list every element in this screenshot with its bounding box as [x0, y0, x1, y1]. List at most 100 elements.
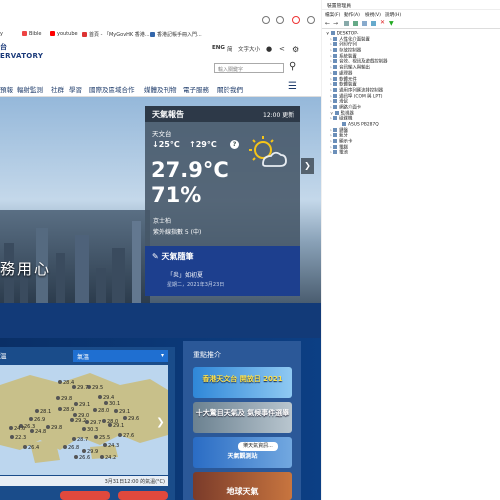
- forward-icon[interactable]: →: [333, 20, 338, 27]
- station-dot[interactable]: [103, 443, 107, 447]
- featured-card-open-day[interactable]: 香港天文台 開放日 2021: [193, 367, 292, 398]
- monitor-icon[interactable]: [371, 21, 376, 26]
- station-dot[interactable]: [85, 420, 89, 424]
- nav-item[interactable]: 輻射監測: [17, 84, 43, 94]
- nav-item[interactable]: 媒體及刊物: [144, 84, 177, 94]
- station-dot[interactable]: [63, 445, 67, 449]
- lang-sc-link[interactable]: 简: [227, 45, 233, 53]
- menu-view[interactable]: 檢視(V): [365, 12, 381, 18]
- menu-file[interactable]: 檔案(F): [325, 12, 340, 18]
- station-dot[interactable]: [10, 435, 14, 439]
- map-action-button[interactable]: [60, 491, 110, 500]
- hong-kong-map: 28.429.7 29.529.430.129.829.128.1 28.929.0…: [0, 373, 168, 463]
- share-icon[interactable]: <: [279, 45, 285, 53]
- person-icon[interactable]: ●: [266, 45, 272, 53]
- weather-element-select[interactable]: 氣溫 ▾: [73, 350, 168, 362]
- station-dot[interactable]: [56, 396, 60, 400]
- star-icon[interactable]: [262, 16, 270, 24]
- station-reading: 25.5: [99, 435, 110, 441]
- station-reading: 28.7: [77, 437, 88, 443]
- station-dot[interactable]: [123, 416, 127, 420]
- station-dot[interactable]: [104, 401, 108, 405]
- station-dot[interactable]: [70, 418, 74, 422]
- station-reading: 29.2: [75, 418, 86, 424]
- window-title: 裝置管理員: [327, 4, 351, 9]
- station-dot[interactable]: [58, 380, 62, 384]
- station-dot[interactable]: [30, 429, 34, 433]
- station-reading: 24.6: [14, 426, 25, 432]
- menu-help[interactable]: 說明(H): [385, 12, 401, 18]
- station-dot[interactable]: [9, 426, 13, 430]
- scan-hardware-icon[interactable]: [362, 21, 367, 26]
- nav-item[interactable]: 預報: [0, 84, 13, 94]
- featured-card-earth-weather[interactable]: 地球天氣: [193, 472, 292, 500]
- station-dot[interactable]: [73, 413, 77, 417]
- station-reading: 29.1: [113, 423, 124, 429]
- device-category-icon: [333, 150, 338, 155]
- map-next-icon[interactable]: ❯: [154, 415, 167, 431]
- station-dot[interactable]: [87, 385, 91, 389]
- device-category-icon: [333, 48, 338, 53]
- nav-item[interactable]: 關於我們: [217, 84, 243, 94]
- bookmark-item[interactable]: 首頁 - 「MyGovHK 香港...: [82, 31, 150, 38]
- lang-en-link[interactable]: ENG: [212, 45, 225, 51]
- map-title: 溫: [0, 352, 7, 360]
- menu-action[interactable]: 動作(A): [344, 12, 360, 18]
- menu-icon[interactable]: [307, 16, 315, 24]
- featured-card-top-ten[interactable]: 十大驚目天氣及 氣候事件選舉: [193, 402, 292, 433]
- bookmark-item[interactable]: 香港記帳手冊入門...: [150, 31, 202, 38]
- diary-item[interactable]: 「炎」如初夏: [167, 270, 203, 279]
- properties-icon[interactable]: [344, 21, 349, 26]
- update-driver-icon[interactable]: [353, 21, 358, 26]
- weather-info-chip[interactable]: 樂天氣資訊...: [238, 442, 278, 451]
- station-dot[interactable]: [74, 402, 78, 406]
- map-action-button[interactable]: [118, 491, 168, 500]
- station-dot[interactable]: [35, 409, 39, 413]
- site-logo[interactable]: 台 ERVATORY: [0, 43, 43, 61]
- station-dot[interactable]: [82, 427, 86, 431]
- station-dot[interactable]: [108, 423, 112, 427]
- station-dot[interactable]: [58, 407, 62, 411]
- weather-diary[interactable]: ✎ 天氣隨筆 「炎」如初夏 星期二，2021年3月23日: [145, 246, 300, 296]
- nav-item[interactable]: 社群: [51, 84, 64, 94]
- station-dot[interactable]: [102, 419, 106, 423]
- station-dot[interactable]: [118, 433, 122, 437]
- station-dot[interactable]: [29, 417, 33, 421]
- enable-icon[interactable]: ▼: [389, 20, 394, 27]
- search-input[interactable]: 輸入關鍵字: [214, 63, 284, 73]
- help-icon[interactable]: ?: [230, 140, 239, 149]
- nav-item[interactable]: 學習: [69, 84, 82, 94]
- gear-icon[interactable]: ⚙: [292, 45, 299, 54]
- station-dot[interactable]: [100, 455, 104, 459]
- nav-item[interactable]: 電子服務: [183, 84, 209, 94]
- bookmark-item[interactable]: youtube: [50, 31, 78, 37]
- font-size-link[interactable]: 文字大小: [238, 45, 260, 53]
- weather-report-card: 天氣報告 12:00 更新 天文台 ↓25°C ↑29°C ? 27.9°C 7…: [145, 106, 300, 296]
- station-dot[interactable]: [72, 385, 76, 389]
- station-dot[interactable]: [72, 437, 76, 441]
- search-icon[interactable]: ⚲: [289, 61, 296, 72]
- uninstall-icon[interactable]: ✕: [380, 19, 385, 26]
- extension-icon[interactable]: [276, 16, 284, 24]
- station-dot[interactable]: [82, 449, 86, 453]
- station-dot[interactable]: [98, 395, 102, 399]
- city-skyline-image: [0, 210, 150, 303]
- back-icon[interactable]: ←: [325, 20, 330, 27]
- station-dot[interactable]: [46, 425, 50, 429]
- profile-icon[interactable]: [292, 16, 300, 24]
- uv-index: 紫外線指數 5 (中): [153, 229, 202, 236]
- nav-item[interactable]: 國際及區域合作: [89, 84, 135, 94]
- device-manager-titlebar: 裝置管理員: [322, 0, 500, 10]
- hamburger-icon[interactable]: ☰: [288, 81, 297, 92]
- carousel-next-button[interactable]: ❯: [301, 158, 314, 174]
- station-reading: 26.9: [34, 417, 45, 423]
- bookmark-item[interactable]: y: [0, 31, 3, 37]
- station-dot[interactable]: [114, 409, 118, 413]
- bookmark-item[interactable]: Bible: [22, 31, 41, 37]
- tree-item[interactable]: › 電池: [326, 150, 387, 156]
- station-dot[interactable]: [74, 455, 78, 459]
- station-dot[interactable]: [94, 435, 98, 439]
- temperature-map[interactable]: 28.4 29.7 29.5 29.4 30.1 29.8 29.1 28.1 28.9 29.0…: [0, 365, 168, 475]
- station-dot[interactable]: [93, 408, 97, 412]
- station-dot[interactable]: [23, 445, 27, 449]
